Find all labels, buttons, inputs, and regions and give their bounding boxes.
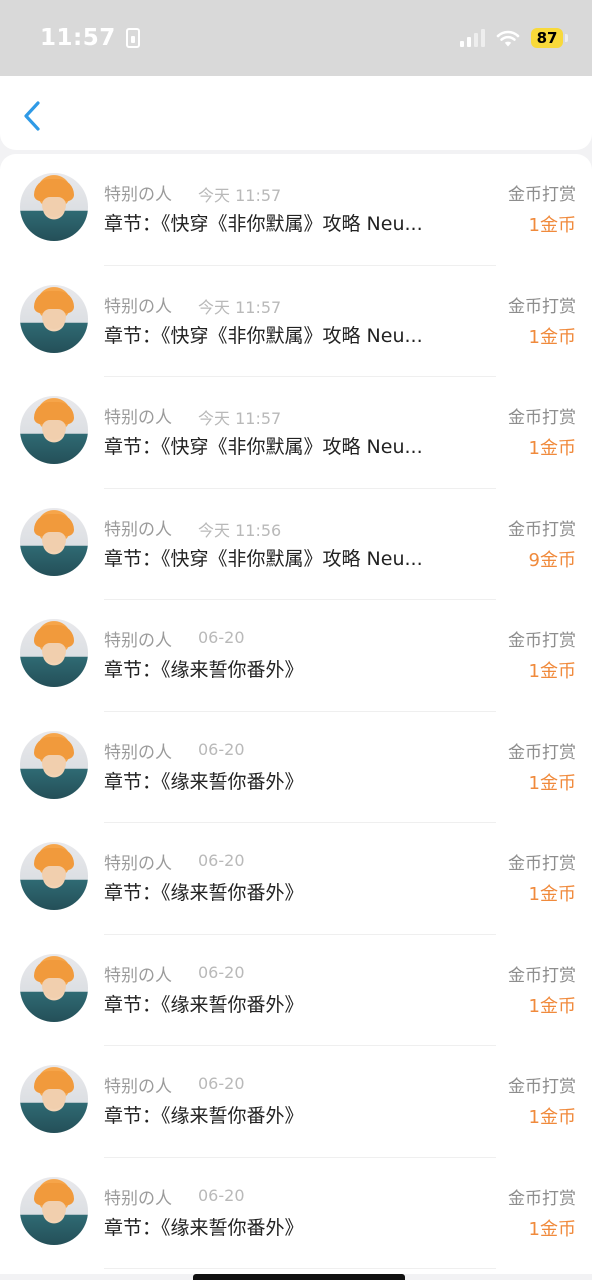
reward-list: 特别の人 今天 11:57 章节：《快穿《非你默属》攻略 Neu... 金币打赏 1金币… — [0, 154, 592, 1274]
timestamp: 今天 11:57 — [198, 409, 282, 428]
avatar[interactable] — [20, 619, 88, 687]
chevron-left-icon[interactable] — [20, 100, 44, 132]
list-item[interactable]: 特别の人 今天 11:57 章节：《快穿《非你默属》攻略 Neu... 金币打赏 1金币 — [0, 377, 592, 489]
battery-cap — [565, 34, 568, 42]
screen: 11:57 87 特别の人 今天 11:57 章节：《快穿《非你默属》攻略 Neu.… — [0, 0, 592, 1280]
avatar[interactable] — [20, 284, 88, 353]
username: 特别の人 — [104, 631, 172, 651]
reward-type: 金币打赏 — [508, 1077, 576, 1097]
avatar[interactable] — [20, 1176, 88, 1245]
chapter-title: 章节：《快穿《非你默属》攻略 Neu... — [104, 547, 423, 570]
username: 特别の人 — [104, 185, 172, 205]
chapter-title: 章节：《快穿《非你默属》攻略 Neu... — [104, 324, 423, 347]
chapter-title: 章节：《快穿《非你默属》攻略 Neu... — [104, 436, 423, 458]
coin-amount: 1金币 — [528, 1218, 576, 1240]
coin-amount: 9金币 — [528, 549, 576, 571]
avatar[interactable] — [20, 173, 88, 241]
reward-type: 金币打赏 — [508, 965, 576, 986]
username: 特别の人 — [104, 296, 172, 317]
avatar[interactable] — [20, 1065, 88, 1133]
list-item[interactable]: 特别の人 06-20 章节：《缘来誓你番外》 金币打赏 1金币 — [0, 712, 592, 823]
status-bar: 11:57 87 — [0, 0, 592, 76]
list-item[interactable]: 特别の人 06-20 章节：《缘来誓你番外》 金币打赏 1金币 — [0, 935, 592, 1046]
reward-type: 金币打赏 — [508, 1188, 576, 1209]
list-item[interactable]: 特别の人 06-20 章节：《缘来誓你番外》 金币打赏 1金币 — [0, 1158, 592, 1269]
avatar[interactable] — [20, 730, 88, 799]
username: 特别の人 — [104, 1188, 172, 1209]
username: 特别の人 — [104, 854, 172, 874]
avatar[interactable] — [20, 396, 88, 464]
wifi-icon — [496, 30, 520, 47]
list-item[interactable]: 特别の人 今天 11:56 章节：《快穿《非你默属》攻略 Neu... 金币打赏 9金币 — [0, 489, 592, 600]
username: 特别の人 — [104, 1077, 172, 1097]
list-item[interactable]: 特别の人 06-20 章节：《缘来誓你番外》 金币打赏 1金币 — [0, 1046, 592, 1158]
chapter-title: 章节：《缘来誓你番外》 — [104, 882, 304, 904]
coin-amount: 1金币 — [528, 661, 576, 682]
list-item[interactable]: 特别の人 今天 11:57 章节：《快穿《非你默属》攻略 Neu... 金币打赏 1金币 — [0, 266, 592, 377]
username: 特别の人 — [104, 408, 172, 428]
list-item[interactable]: 特别の人 今天 11:57 章节：《快穿《非你默属》攻略 Neu... 金币打赏 1金币 — [0, 154, 592, 266]
timestamp: 06-20 — [198, 1074, 245, 1093]
battery-level: 87 — [531, 28, 563, 48]
timestamp: 06-20 — [198, 1185, 245, 1205]
username: 特别の人 — [104, 742, 172, 763]
reward-type: 金币打赏 — [508, 631, 576, 651]
divider — [104, 1268, 496, 1269]
timestamp: 今天 11:57 — [198, 186, 282, 205]
reward-type: 金币打赏 — [508, 296, 576, 317]
reward-type: 金币打赏 — [508, 408, 576, 428]
chapter-title: 章节：《快穿《非你默属》攻略 Neu... — [104, 213, 423, 235]
timestamp: 06-20 — [198, 851, 245, 870]
avatar[interactable] — [20, 842, 88, 910]
reward-type: 金币打赏 — [508, 185, 576, 205]
chapter-title: 章节：《缘来誓你番外》 — [104, 659, 304, 681]
username: 特别の人 — [104, 519, 172, 540]
coin-amount: 1金币 — [528, 215, 576, 236]
timestamp: 06-20 — [198, 739, 245, 759]
timestamp: 今天 11:57 — [198, 297, 282, 317]
timestamp: 今天 11:56 — [198, 520, 282, 540]
cellular-signal-icon — [460, 29, 485, 47]
nav-bar — [0, 76, 592, 150]
status-right: 87 — [460, 28, 568, 48]
list-item[interactable]: 特别の人 06-20 章节：《缘来誓你番外》 金币打赏 1金币 — [0, 600, 592, 712]
coin-amount: 1金币 — [528, 995, 576, 1017]
battery-indicator: 87 — [531, 28, 568, 48]
reward-type: 金币打赏 — [508, 519, 576, 540]
coin-amount: 1金币 — [528, 772, 576, 794]
list-item[interactable]: 特别の人 06-20 章节：《缘来誓你番外》 金币打赏 1金币 — [0, 823, 592, 935]
chapter-title: 章节：《缘来誓你番外》 — [104, 1105, 304, 1127]
status-left: 11:57 — [40, 25, 140, 51]
username: 特别の人 — [104, 965, 172, 986]
coin-amount: 1金币 — [528, 326, 576, 348]
status-time: 11:57 — [40, 25, 116, 51]
chapter-title: 章节：《缘来誓你番外》 — [104, 1216, 304, 1239]
timestamp: 06-20 — [198, 628, 245, 647]
home-indicator[interactable] — [193, 1274, 405, 1280]
coin-amount: 1金币 — [528, 884, 576, 905]
avatar[interactable] — [20, 507, 88, 576]
chapter-title: 章节：《缘来誓你番外》 — [104, 993, 304, 1016]
coin-amount: 1金币 — [528, 438, 576, 459]
reward-type: 金币打赏 — [508, 854, 576, 874]
timestamp: 06-20 — [198, 962, 245, 982]
sim-card-icon — [125, 28, 140, 48]
chapter-title: 章节：《缘来誓你番外》 — [104, 770, 304, 793]
avatar[interactable] — [20, 953, 88, 1022]
reward-type: 金币打赏 — [508, 742, 576, 763]
coin-amount: 1金币 — [528, 1107, 576, 1128]
